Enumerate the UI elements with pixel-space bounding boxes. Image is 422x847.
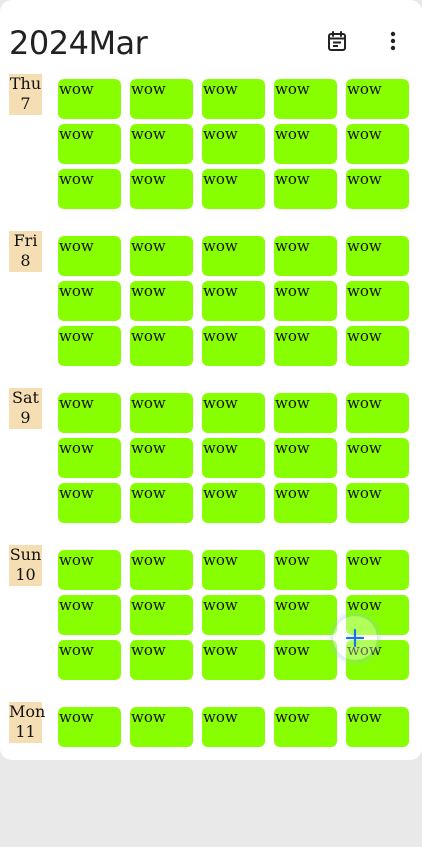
more-options-button[interactable]: [378, 26, 408, 56]
header: 2024Mar: [0, 0, 422, 74]
event-chip[interactable]: wow: [58, 438, 121, 478]
event-chip[interactable]: wow: [130, 281, 193, 321]
event-chip[interactable]: wow: [130, 595, 193, 635]
event-chip[interactable]: wow: [346, 236, 409, 276]
event-chip[interactable]: wow: [58, 595, 121, 635]
event-chip[interactable]: wow: [346, 79, 409, 119]
event-grid: wow wow wow wow wow wow wow wow wow wow wow wow wow w…: [58, 550, 410, 680]
date-label: Sun 10: [9, 545, 42, 586]
event-chip[interactable]: wow: [274, 707, 337, 747]
event-chip[interactable]: wow: [346, 550, 409, 590]
date-label: Fri 8: [9, 231, 42, 272]
event-grid: wow wow wow wow wow: [58, 707, 410, 747]
calendar-icon: [328, 31, 346, 51]
day-section: Fri 8 wow wow wow wow wow wow wow wow wow wow wow wow…: [0, 231, 422, 376]
page-title: 2024Mar: [9, 24, 148, 62]
day-section: Sat 9 wow wow wow wow wow wow wow wow wow wow wow wow…: [0, 388, 422, 533]
event-chip[interactable]: wow: [274, 438, 337, 478]
event-chip[interactable]: wow: [274, 483, 337, 523]
event-chip[interactable]: wow: [274, 550, 337, 590]
event-chip[interactable]: wow: [130, 438, 193, 478]
event-chip[interactable]: wow: [58, 281, 121, 321]
event-chip[interactable]: wow: [202, 550, 265, 590]
event-chip[interactable]: wow: [274, 236, 337, 276]
weekday-text: Fri: [13, 231, 38, 250]
event-chip[interactable]: wow: [130, 393, 193, 433]
weekday-text: Sat: [12, 388, 39, 407]
add-event-button[interactable]: [333, 616, 377, 660]
event-chip[interactable]: wow: [346, 169, 409, 209]
event-chip[interactable]: wow: [202, 595, 265, 635]
event-chip[interactable]: wow: [202, 281, 265, 321]
weekday-text: Thu: [9, 74, 42, 93]
event-chip[interactable]: wow: [274, 640, 337, 680]
event-chip[interactable]: wow: [346, 438, 409, 478]
date-label: Mon 11: [9, 702, 46, 743]
event-chip[interactable]: wow: [202, 483, 265, 523]
event-chip[interactable]: wow: [58, 483, 121, 523]
event-chip[interactable]: wow: [130, 326, 193, 366]
event-chip[interactable]: wow: [130, 124, 193, 164]
event-chip[interactable]: wow: [202, 169, 265, 209]
event-chip[interactable]: wow: [58, 640, 121, 680]
event-chip[interactable]: wow: [58, 550, 121, 590]
event-chip[interactable]: wow: [58, 326, 121, 366]
event-chip[interactable]: wow: [58, 236, 121, 276]
event-chip[interactable]: wow: [202, 79, 265, 119]
event-grid: wow wow wow wow wow wow wow wow wow wow wow wow wow w…: [58, 393, 410, 523]
event-chip[interactable]: wow: [274, 169, 337, 209]
event-chip[interactable]: wow: [130, 550, 193, 590]
date-label: Thu 7: [9, 74, 42, 115]
event-chip[interactable]: wow: [274, 595, 337, 635]
event-chip[interactable]: wow: [274, 393, 337, 433]
event-grid: wow wow wow wow wow wow wow wow wow wow wow wow wow w…: [58, 79, 410, 209]
event-chip[interactable]: wow: [58, 79, 121, 119]
event-chip[interactable]: wow: [346, 326, 409, 366]
plus-icon: [345, 628, 365, 648]
event-chip[interactable]: wow: [274, 281, 337, 321]
event-chip[interactable]: wow: [130, 169, 193, 209]
day-number: 8: [20, 251, 31, 270]
event-chip[interactable]: wow: [58, 393, 121, 433]
event-chip[interactable]: wow: [202, 707, 265, 747]
event-chip[interactable]: wow: [202, 236, 265, 276]
event-chip[interactable]: wow: [346, 393, 409, 433]
event-chip[interactable]: wow: [58, 169, 121, 209]
calendar-button[interactable]: [322, 26, 352, 56]
app-card: 2024Mar Thu 7 wow wow wow wow wow wow wow wow wow w…: [0, 0, 422, 760]
day-number: 7: [20, 94, 31, 113]
day-number: 10: [15, 565, 36, 584]
event-chip[interactable]: wow: [346, 483, 409, 523]
event-chip[interactable]: wow: [274, 79, 337, 119]
day-number: 9: [20, 408, 31, 427]
event-chip[interactable]: wow: [58, 707, 121, 747]
day-section: Thu 7 wow wow wow wow wow wow wow wow wow wow wow wow…: [0, 74, 422, 219]
event-chip[interactable]: wow: [130, 707, 193, 747]
date-label: Sat 9: [9, 388, 42, 429]
event-chip[interactable]: wow: [202, 124, 265, 164]
event-chip[interactable]: wow: [346, 707, 409, 747]
event-chip[interactable]: wow: [274, 326, 337, 366]
event-chip[interactable]: wow: [202, 326, 265, 366]
event-chip[interactable]: wow: [346, 124, 409, 164]
day-section: Mon 11 wow wow wow wow wow: [0, 702, 422, 847]
more-vertical-icon: [390, 31, 396, 51]
weekday-text: Sun: [9, 545, 42, 564]
day-number: 11: [15, 722, 36, 741]
event-chip[interactable]: wow: [346, 281, 409, 321]
event-chip[interactable]: wow: [202, 393, 265, 433]
event-chip[interactable]: wow: [130, 640, 193, 680]
event-chip[interactable]: wow: [130, 236, 193, 276]
event-chip[interactable]: wow: [130, 483, 193, 523]
event-chip[interactable]: wow: [130, 79, 193, 119]
event-chip[interactable]: wow: [274, 124, 337, 164]
event-grid: wow wow wow wow wow wow wow wow wow wow wow wow wow w…: [58, 236, 410, 366]
event-chip[interactable]: wow: [202, 640, 265, 680]
weekday-text: Mon: [9, 702, 46, 721]
event-chip[interactable]: wow: [58, 124, 121, 164]
event-chip[interactable]: wow: [202, 438, 265, 478]
